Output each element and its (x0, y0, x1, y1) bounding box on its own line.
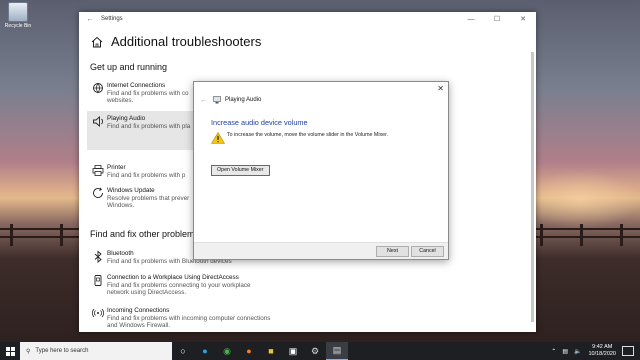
taskbar-clock[interactable]: 9:42 AM 10/18/2020 (588, 344, 616, 358)
open-volume-mixer-button[interactable]: Open Volume Mixer (211, 165, 270, 176)
settings-gear-icon[interactable]: ⚙ (304, 342, 326, 360)
item-desc-2: and Windows Firewall. (107, 322, 170, 329)
taskbar: ⚲ Type here to search ○ ● ◉ ● ■ ▣ ⚙ ▤ ⌃ … (0, 342, 640, 360)
task-view-icon[interactable]: ○ (172, 342, 194, 360)
home-icon[interactable] (91, 36, 103, 48)
minimize-button[interactable]: — (458, 16, 484, 23)
item-desc: Resolve problems that prever (107, 194, 190, 202)
firefox-browser-icon[interactable]: ● (238, 342, 260, 360)
troubleshooter-playing-audio[interactable]: Playing Audio Find and fix problems with… (87, 111, 201, 150)
search-placeholder: Type here to search (35, 348, 89, 354)
phone-device-icon (94, 275, 102, 286)
item-name: Printer (107, 164, 126, 171)
item-desc-2: network using DirectAccess. (107, 289, 187, 296)
file-explorer-icon[interactable]: ■ (260, 342, 282, 360)
close-button[interactable]: ✕ (510, 15, 536, 23)
dialog-title: Playing Audio (225, 97, 262, 103)
troubleshooter-taskbar-icon[interactable]: ▤ (326, 342, 348, 360)
chrome-browser-icon[interactable]: ◉ (216, 342, 238, 360)
item-desc: Find and fix problems connecting to your… (107, 281, 251, 289)
signal-icon (91, 308, 105, 318)
settings-window-title: Settings (101, 16, 123, 22)
next-button[interactable]: Next (376, 246, 409, 257)
settings-scrollbar[interactable] (531, 52, 534, 322)
troubleshooter-icon (213, 96, 221, 104)
item-desc: Find and fix problems with pla (107, 122, 191, 130)
store-icon[interactable]: ▣ (282, 342, 304, 360)
notification-icon[interactable] (622, 346, 634, 356)
system-tray: ⌃ ▤ 🔈 9:42 AM 10/18/2020 (548, 344, 640, 358)
item-name: Connection to a Workplace Using DirectAc… (107, 274, 239, 281)
dialog-footer: Next Cancel (194, 242, 448, 259)
bluetooth-icon (94, 250, 102, 263)
search-icon: ⚲ (26, 348, 31, 355)
dialog-heading: Increase audio device volume (211, 118, 308, 127)
globe-icon (93, 83, 103, 93)
item-name: Internet Connections (107, 82, 166, 89)
back-arrow-icon[interactable]: ← (79, 16, 101, 23)
section-title-get-up-and-running: Get up and running (90, 62, 168, 72)
item-desc-2: Windows. (107, 202, 135, 209)
network-icon[interactable]: ▤ (562, 348, 568, 355)
troubleshooter-dialog: ✕ ← Playing Audio Increase audio device … (193, 81, 449, 260)
clock-time: 9:42 AM (592, 344, 613, 350)
dialog-title-row: ← Playing Audio (200, 96, 261, 104)
page-title: Additional troubleshooters (111, 34, 262, 49)
refresh-icon (93, 187, 103, 198)
chevron-up-icon[interactable]: ⌃ (551, 348, 556, 355)
edge-browser-icon[interactable]: ● (194, 342, 216, 360)
troubleshooter-printer[interactable]: Printer Find and fix problems with p (91, 164, 196, 179)
item-desc-2: websites. (107, 97, 134, 104)
clock-date: 10/18/2020 (588, 351, 616, 357)
dialog-close-icon[interactable]: ✕ (437, 84, 444, 93)
taskbar-search-box[interactable]: ⚲ Type here to search (20, 342, 172, 360)
settings-titlebar: ← Settings — ☐ ✕ (79, 12, 536, 26)
recycle-bin-icon (8, 2, 28, 22)
item-desc: Find and fix problems with incoming comp… (107, 314, 271, 322)
troubleshooter-directaccess[interactable]: Connection to a Workplace Using DirectAc… (91, 274, 301, 297)
start-button[interactable] (0, 342, 20, 360)
warning-icon (211, 132, 225, 144)
page-header: Additional troubleshooters (91, 34, 261, 49)
recycle-bin-shortcut[interactable]: Recycle Bin (3, 2, 33, 29)
dialog-message: To increase the volume, move the volume … (227, 132, 389, 138)
troubleshooter-internet-connections[interactable]: Internet Connections Find and fix proble… (91, 82, 196, 105)
windows-logo-icon (5, 346, 15, 356)
printer-icon (92, 165, 104, 176)
item-name: Incoming Connections (107, 307, 170, 314)
item-desc: Find and fix problems with co (107, 89, 189, 97)
troubleshooter-windows-update[interactable]: Windows Update Resolve problems that pre… (91, 187, 196, 210)
volume-icon[interactable]: 🔈 (574, 348, 581, 355)
cancel-button[interactable]: Cancel (411, 246, 444, 257)
item-name: Playing Audio (107, 115, 146, 122)
recycle-bin-label: Recycle Bin (4, 23, 32, 29)
maximize-button[interactable]: ☐ (484, 15, 510, 23)
item-name: Windows Update (107, 187, 155, 194)
back-arrow-icon[interactable]: ← (200, 97, 207, 104)
section-title-find-and-fix: Find and fix other problems (90, 229, 200, 239)
item-desc: Find and fix problems with p (107, 171, 186, 179)
troubleshooter-incoming-connections[interactable]: Incoming Connections Find and fix proble… (91, 307, 311, 330)
speaker-icon (93, 116, 104, 127)
